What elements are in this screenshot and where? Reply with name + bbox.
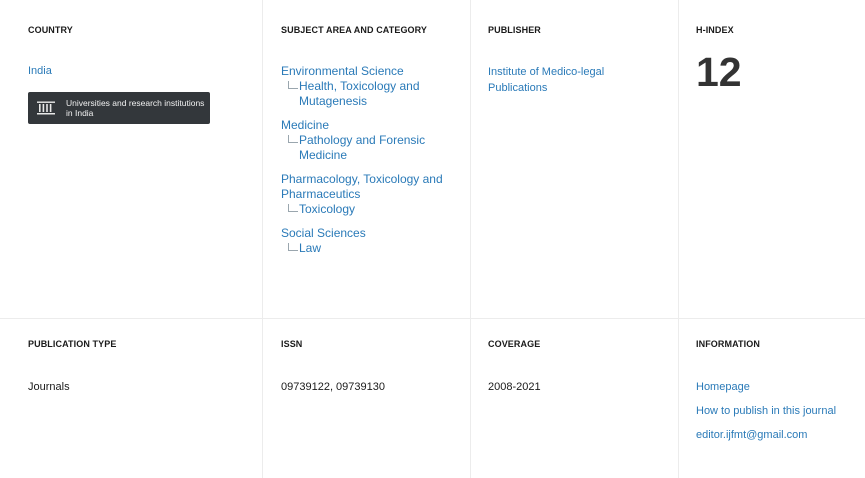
subject-area-link[interactable]: Environmental Science <box>281 64 470 79</box>
publication-type-heading: PUBLICATION TYPE <box>28 339 117 349</box>
issn-value: 09739122, 09739130 <box>281 381 385 393</box>
tree-elbow-icon <box>288 81 298 89</box>
issn-cell: ISSN 09739122, 09739130 <box>263 319 471 478</box>
institutions-badge[interactable]: Universities and research institutions i… <box>28 92 210 124</box>
how-to-publish-link[interactable]: How to publish in this journal <box>696 404 865 418</box>
subject-area-list: Environmental Science Health, Toxicology… <box>281 64 470 256</box>
subject-category-link[interactable]: Toxicology <box>299 202 355 217</box>
subject-area-item: Social Sciences Law <box>281 226 470 256</box>
subject-category-item: Law <box>288 241 470 256</box>
subject-category-link[interactable]: Law <box>299 241 321 256</box>
hindex-value: 12 <box>696 49 742 95</box>
journal-info-grid: COUNTRY India Universities and research … <box>0 0 865 478</box>
institution-columns-icon <box>37 101 55 115</box>
hindex-heading: H-INDEX <box>696 25 734 35</box>
publication-type-value: Journals <box>28 381 70 393</box>
subject-area-item: Environmental Science Health, Toxicology… <box>281 64 470 109</box>
coverage-heading: COVERAGE <box>488 339 541 349</box>
editor-email-link[interactable]: editor.ijfmt@gmail.com <box>696 428 865 442</box>
subject-area-link[interactable]: Pharmacology, Toxicology and Pharmaceuti… <box>281 172 470 202</box>
coverage-cell: COVERAGE 2008-2021 <box>471 319 679 478</box>
institutions-badge-label: Universities and research institutions i… <box>66 98 205 118</box>
issn-heading: ISSN <box>281 339 303 349</box>
tree-elbow-icon <box>288 135 298 143</box>
subject-area-link[interactable]: Social Sciences <box>281 226 470 241</box>
subject-category-link[interactable]: Health, Toxicology and Mutagenesis <box>299 79 470 109</box>
information-links: Homepage How to publish in this journal … <box>696 380 865 442</box>
subject-category-link[interactable]: Pathology and Forensic Medicine <box>299 133 470 163</box>
publisher-cell: PUBLISHER Institute of Medico-legal Publ… <box>471 0 679 318</box>
journal-info-top-row: COUNTRY India Universities and research … <box>0 0 865 318</box>
journal-info-bottom-row: PUBLICATION TYPE Journals ISSN 09739122,… <box>0 318 865 478</box>
subject-category-item: Pathology and Forensic Medicine <box>288 133 470 163</box>
country-cell: COUNTRY India Universities and research … <box>0 0 263 318</box>
hindex-cell: H-INDEX 12 <box>679 0 865 318</box>
publisher-heading: PUBLISHER <box>488 25 541 35</box>
coverage-value: 2008-2021 <box>488 381 541 393</box>
subject-area-cell: SUBJECT AREA AND CATEGORY Environmental … <box>263 0 471 318</box>
subject-area-link[interactable]: Medicine <box>281 118 470 133</box>
country-link[interactable]: India <box>28 64 262 78</box>
homepage-link[interactable]: Homepage <box>696 380 865 394</box>
tree-elbow-icon <box>288 243 298 251</box>
information-cell: INFORMATION Homepage How to publish in t… <box>679 319 865 478</box>
subject-category-item: Health, Toxicology and Mutagenesis <box>288 79 470 109</box>
subject-category-item: Toxicology <box>288 202 470 217</box>
subject-area-heading: SUBJECT AREA AND CATEGORY <box>281 25 428 35</box>
information-heading: INFORMATION <box>696 339 760 349</box>
publication-type-cell: PUBLICATION TYPE Journals <box>0 319 263 478</box>
publisher-link[interactable]: Institute of Medico-legal Publications <box>488 64 638 96</box>
country-heading: COUNTRY <box>28 25 73 35</box>
subject-area-item: Pharmacology, Toxicology and Pharmaceuti… <box>281 172 470 217</box>
tree-elbow-icon <box>288 204 298 212</box>
subject-area-item: Medicine Pathology and Forensic Medicine <box>281 118 470 163</box>
